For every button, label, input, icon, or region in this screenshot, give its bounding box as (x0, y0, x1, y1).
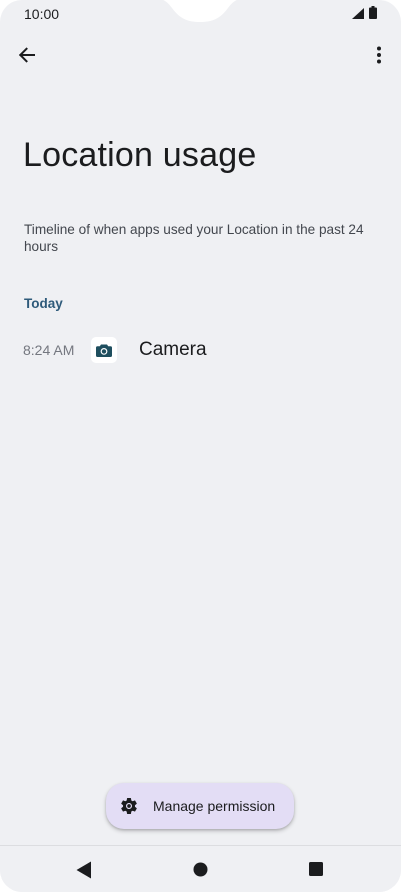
settings-gear-icon (121, 798, 137, 814)
camera-app-icon (91, 337, 117, 363)
more-options-button[interactable] (364, 40, 394, 70)
more-vert-icon (377, 46, 381, 64)
nav-back-icon[interactable] (76, 861, 92, 879)
signal-icon (352, 8, 364, 19)
arrow-back-icon (18, 47, 35, 63)
back-button[interactable] (12, 40, 42, 70)
battery-icon (369, 6, 377, 19)
manage-permission-label: Manage permission (153, 798, 276, 814)
page-description: Timeline of when apps used your Location… (24, 222, 364, 254)
camera-icon (96, 344, 112, 357)
status-bar: 10:00 (0, 0, 401, 30)
timeline-entry-camera[interactable]: 8:24 AM Camera (0, 330, 401, 370)
entry-app-name: Camera (139, 339, 207, 360)
nav-home-icon[interactable] (193, 862, 208, 877)
manage-permission-button[interactable]: Manage permission (106, 783, 294, 829)
system-nav-bar (0, 845, 401, 892)
status-time: 10:00 (24, 6, 60, 22)
location-usage-screen: 10:00 Location usage Timeline of when ap… (0, 0, 401, 892)
display-notch (163, 0, 237, 22)
nav-recents-icon[interactable] (309, 862, 323, 876)
entry-time: 8:24 AM (23, 342, 75, 358)
section-header-today: Today (24, 296, 63, 311)
page-title: Location usage (23, 136, 257, 174)
